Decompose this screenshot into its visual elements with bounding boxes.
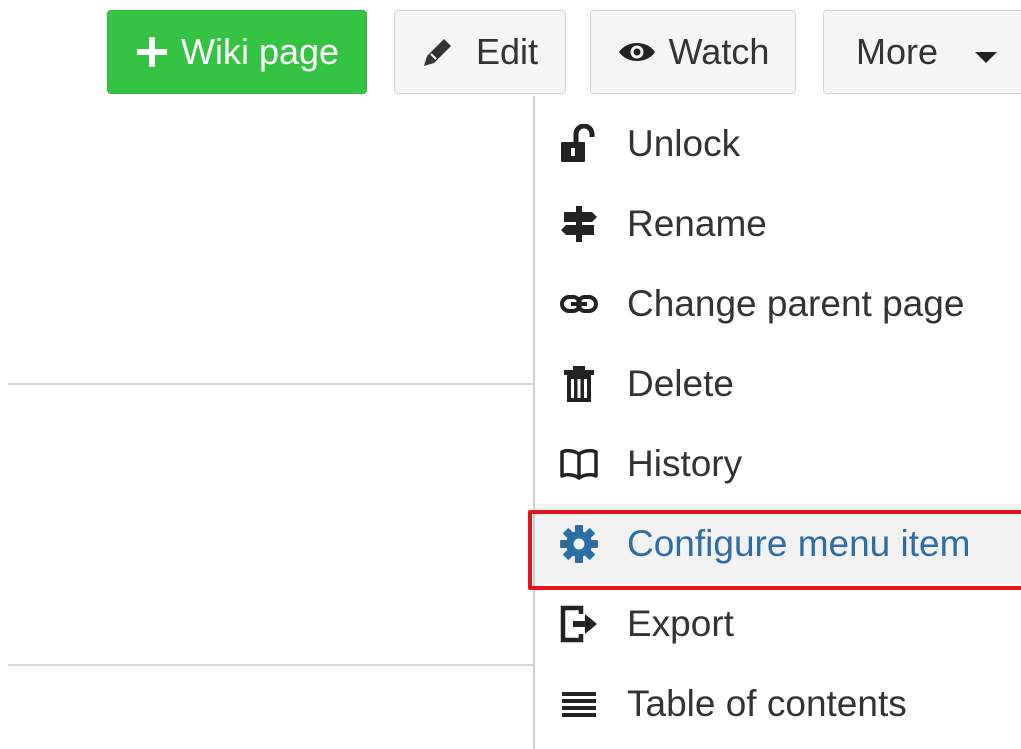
plus-icon — [135, 35, 169, 69]
more-dropdown-button[interactable]: More — [823, 10, 1021, 94]
menu-item-label: Unlock — [627, 123, 741, 164]
menu-item-label: Rename — [627, 203, 767, 244]
edit-button[interactable]: Edit — [394, 10, 566, 94]
menu-item-label: Change parent page — [627, 283, 965, 324]
book-icon — [557, 442, 601, 486]
link-icon — [557, 282, 601, 326]
content-divider — [8, 383, 533, 385]
pencil-icon — [422, 36, 454, 68]
menu-item-label: Table of contents — [627, 683, 907, 724]
menu-item-table-of-contents[interactable]: Table of contents — [535, 664, 1021, 744]
menu-item-label: Export — [627, 603, 734, 644]
list-icon — [557, 682, 601, 726]
watch-button[interactable]: Watch — [590, 10, 796, 94]
page: Wiki page Edit Watch More Unlock Rename … — [0, 0, 1021, 749]
edit-label: Edit — [475, 31, 539, 72]
unlock-icon — [557, 122, 601, 166]
menu-item-label: Delete — [627, 363, 734, 404]
menu-item-label: Configure menu item — [627, 523, 971, 564]
menu-item-unlock[interactable]: Unlock — [535, 104, 1021, 184]
gear-icon — [557, 522, 601, 566]
content-divider — [8, 664, 533, 666]
add-wiki-page-button[interactable]: Wiki page — [107, 10, 367, 94]
eye-icon — [617, 39, 657, 65]
more-label: More — [856, 31, 939, 72]
caret-down-icon — [974, 31, 998, 73]
wiki-page-label: Wiki page — [180, 31, 340, 72]
export-icon — [557, 602, 601, 646]
more-dropdown-menu: Unlock Rename Change parent page Delete … — [533, 96, 1021, 749]
signpost-icon — [557, 202, 601, 246]
trash-icon — [557, 362, 601, 406]
menu-item-delete[interactable]: Delete — [535, 344, 1021, 424]
menu-item-export[interactable]: Export — [535, 584, 1021, 664]
menu-item-rename[interactable]: Rename — [535, 184, 1021, 264]
menu-item-history[interactable]: History — [535, 424, 1021, 504]
menu-item-change-parent-page[interactable]: Change parent page — [535, 264, 1021, 344]
menu-item-label: History — [627, 443, 743, 484]
menu-item-configure-menu-item[interactable]: Configure menu item — [535, 504, 1021, 584]
watch-label: Watch — [668, 31, 770, 72]
